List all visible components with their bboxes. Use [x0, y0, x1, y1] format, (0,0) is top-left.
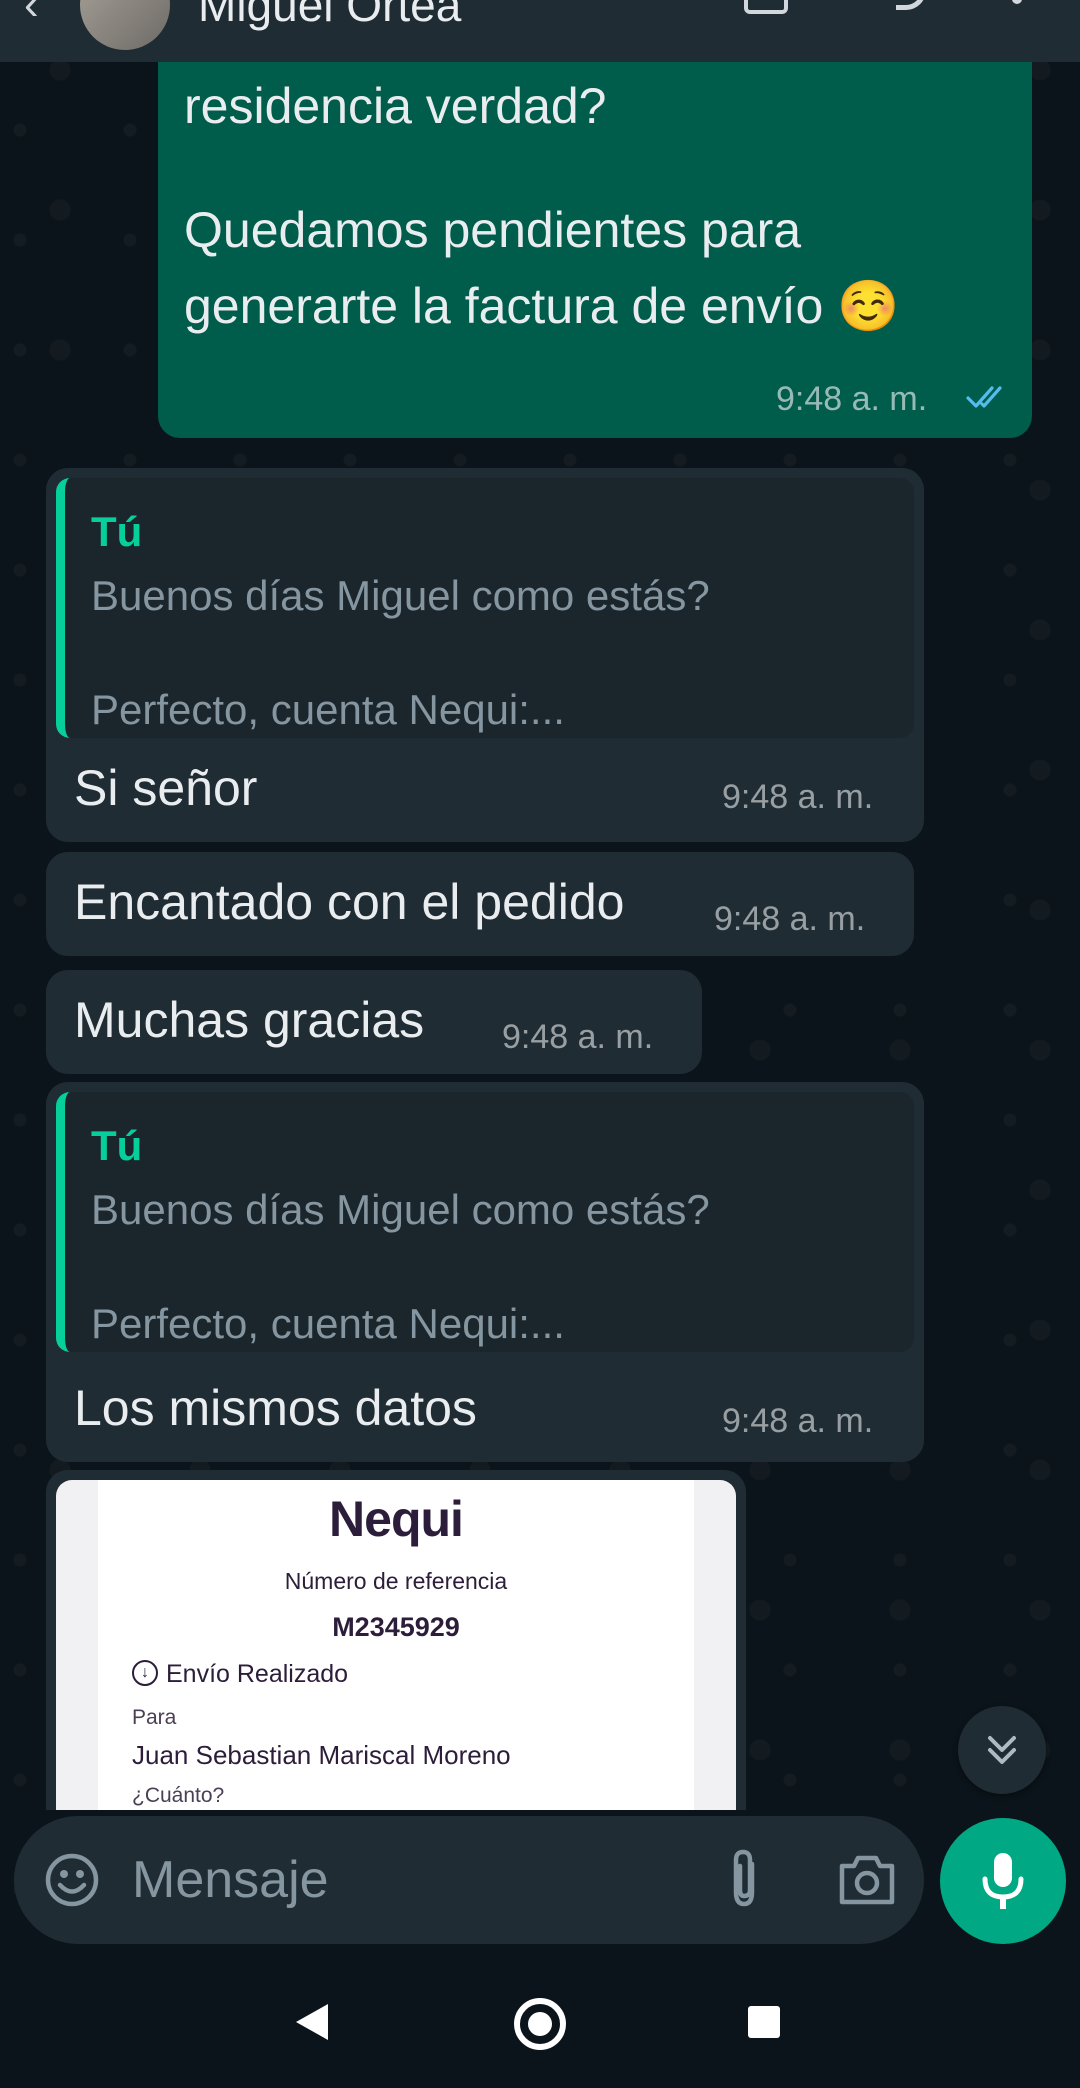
back-arrow-icon[interactable]: ‹ — [24, 0, 39, 30]
image-message[interactable]: Nequi Número de referencia M2345929 ↓ En… — [46, 1470, 746, 1810]
nav-recents-icon[interactable] — [748, 2006, 780, 2038]
message-line: generarte la factura de envío ☺️ — [184, 278, 900, 334]
download-circle-icon: ↓ — [132, 1660, 158, 1686]
receipt-image[interactable]: Nequi Número de referencia M2345929 ↓ En… — [56, 1480, 736, 1810]
message-time: 9:48 a. m. — [722, 778, 874, 816]
system-navigation-bar — [0, 1960, 1080, 2088]
message-time: 9:48 a. m. — [714, 900, 866, 938]
camera-icon[interactable] — [836, 1850, 898, 1908]
message-text: Muchas gracias — [74, 992, 425, 1048]
quote-author: Tú — [91, 508, 143, 555]
message-line: Quedamos pendientes para — [184, 202, 802, 258]
mic-icon — [982, 1853, 1024, 1909]
message-time: 9:48 a. m. — [722, 1402, 874, 1440]
message-text: Si señor — [74, 760, 258, 816]
quoted-message[interactable]: Tú Buenos días Miguel como estás? Perfec… — [56, 1092, 914, 1352]
receipt-ref-value: M2345929 — [332, 1612, 460, 1642]
voice-record-button[interactable] — [940, 1818, 1066, 1944]
quote-text: Buenos días Miguel como estás? — [91, 572, 710, 619]
message-time: 9:48 a. m. — [502, 1018, 654, 1056]
contact-name[interactable]: Miguel Ortea — [198, 0, 461, 32]
quote-author: Tú — [91, 1122, 143, 1169]
read-ticks-icon — [966, 382, 1010, 412]
message-composer — [14, 1816, 924, 1944]
voice-call-icon[interactable] — [896, 0, 926, 10]
message-bubble-outgoing[interactable]: residencia verdad? Quedamos pendientes p… — [158, 50, 1032, 438]
nav-back-icon[interactable] — [294, 2002, 330, 2042]
receipt-content: Nequi Número de referencia M2345929 ↓ En… — [98, 1480, 694, 1810]
quote-text: Buenos días Miguel como estás? — [91, 1186, 710, 1233]
message-text: Encantado con el pedido — [74, 874, 625, 930]
message-time: 9:48 a. m. — [776, 380, 928, 418]
nav-home-icon[interactable] — [514, 1998, 566, 2050]
receipt-amount-label: ¿Cuánto? — [132, 1784, 225, 1807]
message-text: Los mismos datos — [74, 1380, 477, 1436]
more-options-icon[interactable] — [1012, 0, 1022, 4]
receipt-para-label: Para — [132, 1706, 177, 1729]
receipt-ref-label: Número de referencia — [284, 1568, 508, 1594]
scroll-to-bottom-button[interactable] — [958, 1706, 1046, 1794]
message-input[interactable] — [132, 1846, 692, 1914]
emoji-icon[interactable] — [44, 1852, 100, 1908]
quoted-message[interactable]: Tú Buenos días Miguel como estás? Perfec… — [56, 478, 914, 738]
message-bubble-incoming[interactable]: Muchas gracias 9:48 a. m. — [46, 970, 702, 1074]
quote-text: Perfecto, cuenta Nequi:... — [91, 1300, 565, 1347]
receipt-recipient: Juan Sebastian Mariscal Moreno — [132, 1740, 511, 1770]
video-call-icon[interactable] — [744, 0, 788, 14]
message-bubble-incoming[interactable]: Encantado con el pedido 9:48 a. m. — [46, 852, 914, 956]
chat-header: ‹ Miguel Ortea — [0, 0, 1080, 62]
message-bubble-incoming[interactable]: Tú Buenos días Miguel como estás? Perfec… — [46, 1082, 924, 1462]
quote-text: Perfecto, cuenta Nequi:... — [91, 686, 565, 733]
message-bubble-incoming[interactable]: Tú Buenos días Miguel como estás? Perfec… — [46, 468, 924, 842]
double-chevron-down-icon — [988, 1736, 1016, 1764]
receipt-status: Envío Realizado — [166, 1660, 349, 1688]
nequi-logo: Nequi — [329, 1491, 464, 1547]
contact-avatar[interactable] — [80, 0, 170, 50]
attach-icon[interactable] — [716, 1846, 772, 1912]
message-line: residencia verdad? — [184, 78, 607, 134]
